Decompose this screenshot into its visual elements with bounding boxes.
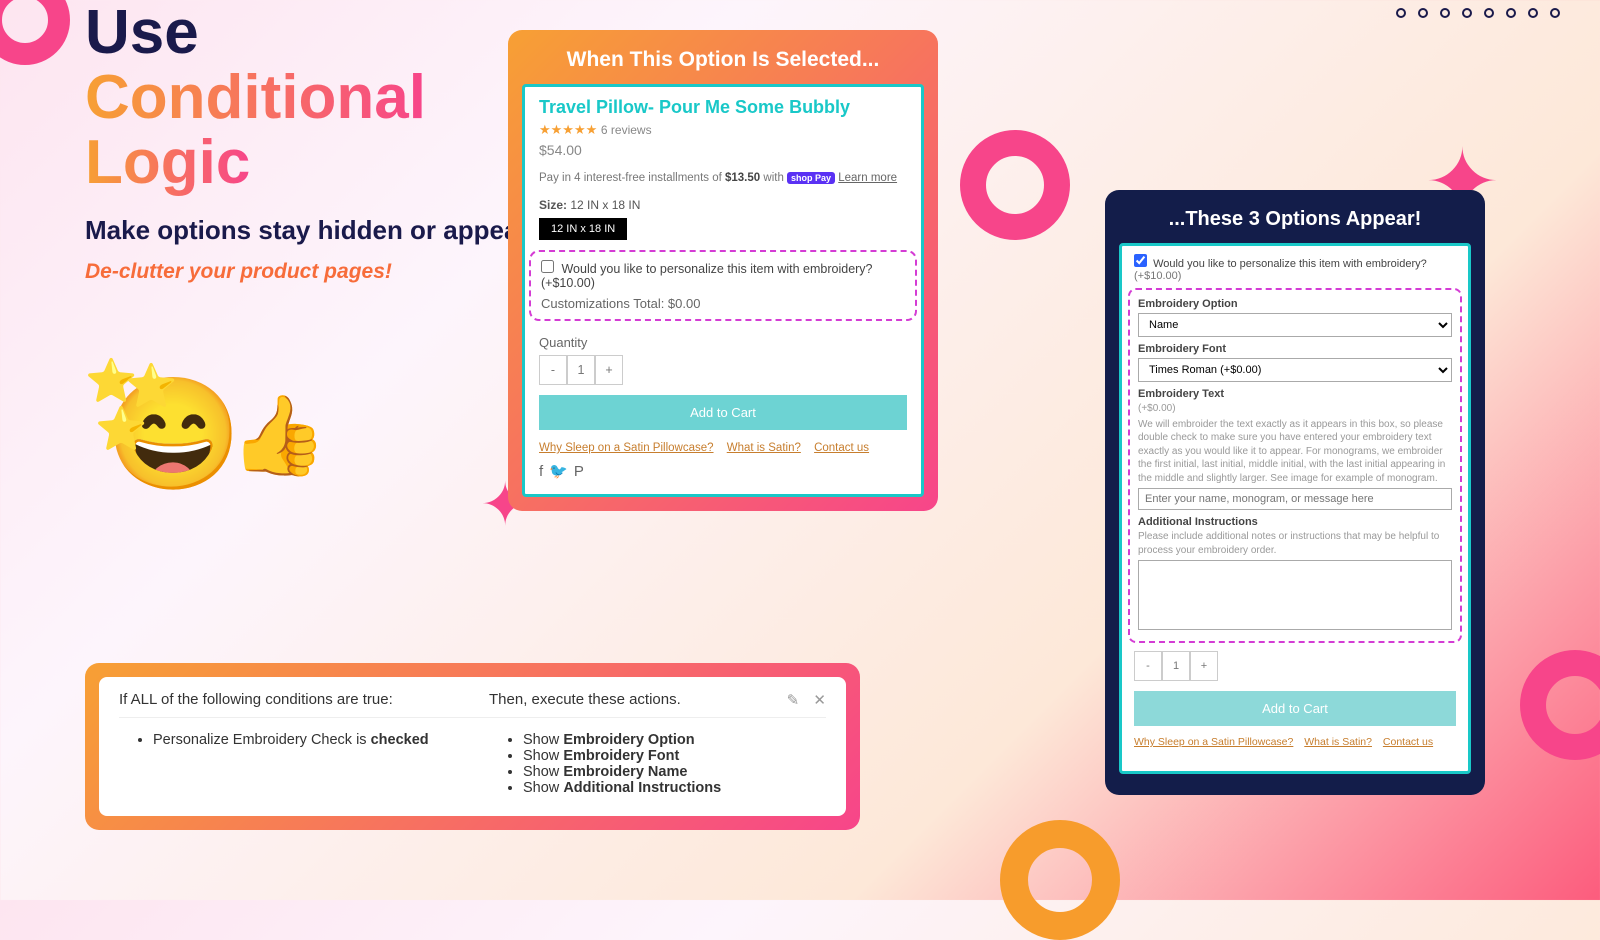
installment-text: Pay in 4 interest-free installments of $… — [539, 172, 907, 184]
edit-icon[interactable]: ✎ — [787, 692, 800, 709]
footer-link[interactable]: What is Satin? — [1304, 736, 1372, 748]
footer-link[interactable]: Contact us — [1383, 736, 1433, 748]
embroidery-font-label: Embroidery Font — [1138, 343, 1452, 355]
qty-value: 1 — [567, 355, 595, 385]
quantity-stepper[interactable]: - 1 + — [539, 355, 907, 385]
twitter-icon[interactable]: 🐦 — [549, 463, 574, 480]
panel-title: When This Option Is Selected... — [522, 48, 924, 72]
headline-accent: Conditional — [85, 63, 426, 132]
product-name: Travel Pillow- Pour Me Some Bubbly — [539, 97, 907, 118]
footer-link[interactable]: Why Sleep on a Satin Pillowcase? — [1134, 736, 1293, 748]
headline-word: Use — [85, 0, 199, 67]
rule-action: Show Embroidery Name — [523, 764, 826, 780]
decorative-dots — [1396, 8, 1560, 18]
footer-link[interactable]: Why Sleep on a Satin Pillowcase? — [539, 442, 714, 454]
qty-plus[interactable]: + — [595, 355, 623, 385]
footer-link[interactable]: What is Satin? — [727, 442, 801, 454]
qty-value: 1 — [1162, 651, 1190, 681]
embroidery-font-select[interactable]: Times Roman (+$0.00) — [1138, 358, 1452, 382]
personalize-price: (+$10.00) — [1134, 270, 1181, 282]
qty-minus[interactable]: - — [1134, 651, 1162, 681]
quantity-stepper[interactable]: - 1 + — [1134, 651, 1456, 681]
panel-options-appear: ...These 3 Options Appear! Would you lik… — [1105, 190, 1485, 795]
footer-links: Why Sleep on a Satin Pillowcase? What is… — [539, 442, 907, 454]
close-icon[interactable]: ✕ — [813, 692, 826, 709]
learn-more-link[interactable]: Learn more — [838, 172, 897, 184]
personalize-checkbox[interactable] — [541, 260, 554, 273]
bg-ring — [960, 130, 1070, 240]
footer-link[interactable]: Contact us — [814, 442, 869, 454]
personalize-label: Would you like to personalize this item … — [1153, 258, 1427, 270]
quantity-label: Quantity — [539, 335, 907, 350]
rules-panel: If ALL of the following conditions are t… — [85, 663, 860, 830]
embroidery-text-label: Embroidery Text — [1138, 388, 1452, 400]
add-to-cart-button[interactable]: Add to Cart — [539, 395, 907, 430]
embroidery-option-select[interactable]: Name — [1138, 313, 1452, 337]
personalize-checkbox[interactable] — [1134, 254, 1147, 267]
rule-action: Show Additional Instructions — [523, 780, 826, 796]
panel-when-selected: When This Option Is Selected... Travel P… — [508, 30, 938, 511]
qty-plus[interactable]: + — [1190, 651, 1218, 681]
social-icons: f🐦P — [539, 462, 907, 480]
product-preview: Travel Pillow- Pour Me Some Bubbly ★★★★★… — [522, 84, 924, 497]
panel-title: ...These 3 Options Appear! — [1119, 208, 1471, 231]
personalize-label: Would you like to personalize this item … — [561, 262, 872, 276]
headline-accent: Logic — [85, 128, 250, 197]
shoppay-badge: shop Pay — [787, 172, 835, 184]
product-price: $54.00 — [539, 142, 907, 158]
add-to-cart-button[interactable]: Add to Cart — [1134, 691, 1456, 726]
review-count: 6 reviews — [601, 123, 652, 137]
embroidery-text-desc: We will embroider the text exactly as it… — [1138, 418, 1452, 486]
bg-ring — [1520, 650, 1600, 760]
embroidery-option-label: Embroidery Option — [1138, 298, 1452, 310]
pinterest-icon[interactable]: P — [574, 463, 590, 480]
embroidery-text-price: (+$0.00) — [1138, 402, 1452, 416]
personalize-price: (+$10.00) — [541, 276, 595, 290]
rule-condition: Personalize Embroidery Check is checked — [153, 732, 489, 748]
rules-then-label: Then, execute these actions. — [489, 691, 777, 708]
highlighted-option: Would you like to personalize this item … — [529, 250, 917, 321]
additional-instructions-label: Additional Instructions — [1138, 516, 1452, 528]
size-label: Size: 12 IN x 18 IN — [539, 198, 907, 212]
qty-minus[interactable]: - — [539, 355, 567, 385]
embroidery-text-input[interactable] — [1138, 488, 1452, 510]
additional-instructions-desc: Please include additional notes or instr… — [1138, 530, 1452, 557]
facebook-icon[interactable]: f — [539, 463, 549, 480]
star-rating: ★★★★★ — [539, 122, 597, 137]
emoji-group: ⭐⭐⭐ 😄👍 — [105, 380, 339, 490]
bg-ring — [0, 0, 70, 65]
size-swatch[interactable]: 12 IN x 18 IN — [539, 218, 627, 240]
rule-action: Show Embroidery Font — [523, 748, 826, 764]
rule-action: Show Embroidery Option — [523, 732, 826, 748]
revealed-options-box: Embroidery Option Name Embroidery Font T… — [1128, 288, 1462, 643]
rules-if-label: If ALL of the following conditions are t… — [119, 691, 489, 708]
customizations-total: Customizations Total: $0.00 — [541, 296, 905, 311]
product-preview-expanded: Would you like to personalize this item … — [1119, 243, 1471, 774]
additional-instructions-textarea[interactable] — [1138, 560, 1452, 630]
bg-ring — [1000, 820, 1120, 940]
